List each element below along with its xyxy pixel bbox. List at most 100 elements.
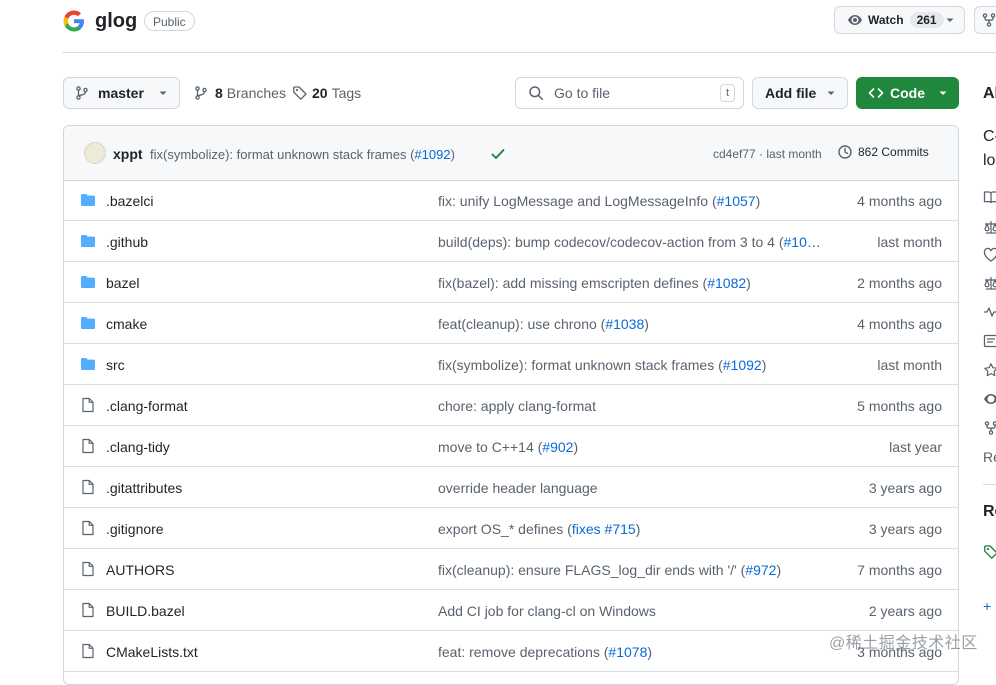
commit-message-link[interactable]: build(deps): bump codecov/codecov-action… <box>438 234 824 250</box>
table-row[interactable]: .clang-tidymove to C++14 (#902)last year <box>64 426 958 467</box>
table-row[interactable]: BUILD.bazel Add CI job for clang-cl on Wi… <box>64 590 958 631</box>
commit-message-link[interactable]: feat(cleanup): use chrono (#1038) <box>438 316 824 332</box>
file-name-link[interactable]: BUILD.bazel <box>106 603 185 619</box>
file-name-link[interactable]: .clang-tidy <box>106 439 170 455</box>
table-row[interactable]: .gitattributesoverride header language3 … <box>64 467 958 508</box>
folder-icon <box>80 315 96 331</box>
file-icon <box>80 561 96 577</box>
commit-age: 7 months ago <box>857 562 942 578</box>
table-row[interactable]: .github build(deps): bump codecov/codecov… <box>64 221 958 262</box>
star-icon[interactable] <box>983 362 996 378</box>
code-icon <box>868 85 884 101</box>
commit-message-link[interactable]: export OS_* defines (fixes #715) <box>438 521 824 537</box>
branch-select-button[interactable]: master <box>63 77 180 109</box>
commit-age: 4 months ago <box>857 316 942 332</box>
commit-message-link[interactable]: override header language <box>438 480 824 496</box>
commit-message-link[interactable]: fix(bazel): add missing emscripten defin… <box>438 275 824 291</box>
table-row[interactable]: .clang-format chore: apply clang-format 5 … <box>64 385 958 426</box>
file-name-link[interactable]: cmake <box>106 316 147 332</box>
file-icon <box>80 602 96 618</box>
report-link[interactable]: Re <box>983 449 996 465</box>
pr-link[interactable]: #1082 <box>707 275 746 291</box>
table-row[interactable]: cmake feat(cleanup): use chrono (#1038) 4 … <box>64 303 958 344</box>
book-icon[interactable] <box>983 189 996 205</box>
file-icon <box>80 479 96 495</box>
add-file-label: Add file <box>765 85 816 101</box>
pulse-icon[interactable] <box>983 304 996 320</box>
file-name-link[interactable]: .bazelci <box>106 193 153 209</box>
note-icon[interactable] <box>983 333 996 349</box>
file-name-link[interactable]: .gitattributes <box>106 480 182 496</box>
commit-message-end: ) <box>776 562 781 578</box>
add-file-button[interactable]: Add file <box>752 77 848 109</box>
commit-message-link[interactable]: Add CI job for clang-cl on Windows <box>438 603 824 619</box>
commit-message-end: ) <box>644 316 649 332</box>
commit-message-link[interactable]: fix(cleanup): ensure FLAGS_log_dir ends … <box>438 562 824 578</box>
fork-icon <box>981 12 996 28</box>
pr-link[interactable]: #10… <box>784 234 821 250</box>
eye-icon[interactable] <box>983 391 996 407</box>
commit-message-link[interactable]: fix(symbolize): format unknown stack fra… <box>438 357 824 373</box>
file-name-link[interactable]: AUTHORS <box>106 562 174 578</box>
pr-link[interactable]: #1092 <box>723 357 762 373</box>
commit-message-link[interactable]: feat: remove deprecations (#1078) <box>438 644 824 660</box>
commit-message-text: fix(cleanup): ensure FLAGS_log_dir ends … <box>438 562 745 578</box>
commit-message-text: fix(symbolize): format unknown stack fra… <box>438 357 723 373</box>
go-to-file-input[interactable]: Go to file t <box>515 77 744 109</box>
law-icon[interactable] <box>983 275 996 291</box>
more-releases-link[interactable]: + <box>983 598 991 614</box>
pr-link[interactable]: #1057 <box>717 193 756 209</box>
file-name-link[interactable]: CMakeLists.txt <box>106 644 198 660</box>
watch-label: Watch <box>868 13 904 27</box>
commit-message-text: override header language <box>438 480 598 496</box>
folder-icon <box>80 274 96 290</box>
commits-history-link[interactable]: 862 Commits <box>837 144 929 160</box>
table-row[interactable]: .bazelci fix: unify LogMessage and LogMes… <box>64 180 958 221</box>
watch-button[interactable]: Watch 261 <box>834 6 965 34</box>
repo-name-link[interactable]: glog <box>95 10 137 33</box>
branches-link[interactable]: 8 Branches <box>193 85 286 101</box>
fork-button[interactable] <box>974 6 996 34</box>
commit-message-link[interactable]: fix: unify LogMessage and LogMessageInfo… <box>438 193 824 209</box>
commit-message-link[interactable]: fix(symbolize): format unknown stack fra… <box>150 147 455 162</box>
latest-commit-bar: xppt fix(symbolize): format unknown stac… <box>64 126 958 181</box>
branch-icon <box>74 85 90 101</box>
file-name-link[interactable]: .gitignore <box>106 521 164 537</box>
pr-link[interactable]: #1078 <box>608 644 647 660</box>
tags-link[interactable]: 20 Tags <box>292 85 361 101</box>
commit-age: 2 years ago <box>869 603 942 619</box>
pr-link[interactable]: #1038 <box>605 316 644 332</box>
google-logo-icon <box>62 9 86 33</box>
pr-link[interactable]: #902 <box>542 439 573 455</box>
table-row[interactable]: CMakeLists.txt feat: remove deprecations … <box>64 631 958 672</box>
tag-icon[interactable] <box>983 544 996 560</box>
heart-icon[interactable] <box>983 247 996 263</box>
commit-message-end: ) <box>746 275 751 291</box>
table-row[interactable]: AUTHORS fix(cleanup): ensure FLAGS_log_di… <box>64 549 958 590</box>
sidebar-divider <box>983 484 996 485</box>
commit-pr-link[interactable]: #1092 <box>414 147 450 162</box>
pr-link[interactable]: fixes #715 <box>572 521 636 537</box>
code-button[interactable]: Code <box>856 77 959 109</box>
commit-age: 5 months ago <box>857 398 942 414</box>
commit-message-link[interactable]: move to C++14 (#902) <box>438 439 824 455</box>
table-row[interactable]: bazel fix(bazel): add missing emscripten … <box>64 262 958 303</box>
table-row[interactable]: src fix(symbolize): format unknown stack … <box>64 344 958 385</box>
branches-label: Branches <box>227 85 286 101</box>
law-icon[interactable] <box>983 219 996 235</box>
file-name-link[interactable]: bazel <box>106 275 139 291</box>
file-name-link[interactable]: src <box>106 357 125 373</box>
file-name-link[interactable]: .clang-format <box>106 398 188 414</box>
avatar[interactable] <box>84 142 106 164</box>
commit-author-link[interactable]: xppt <box>113 146 143 162</box>
table-row[interactable]: .gitignore export OS_* defines (fixes #71… <box>64 508 958 549</box>
check-icon[interactable] <box>490 146 506 162</box>
file-icon <box>80 397 96 413</box>
description-line-2: lo <box>983 149 996 173</box>
commit-message-link[interactable]: chore: apply clang-format <box>438 398 824 414</box>
commit-sha-time[interactable]: cd4ef77 · last month <box>713 147 822 161</box>
file-name-link[interactable]: .github <box>106 234 148 250</box>
pr-link[interactable]: #972 <box>745 562 776 578</box>
fork-icon[interactable] <box>983 420 996 436</box>
visibility-badge: Public <box>144 11 195 31</box>
